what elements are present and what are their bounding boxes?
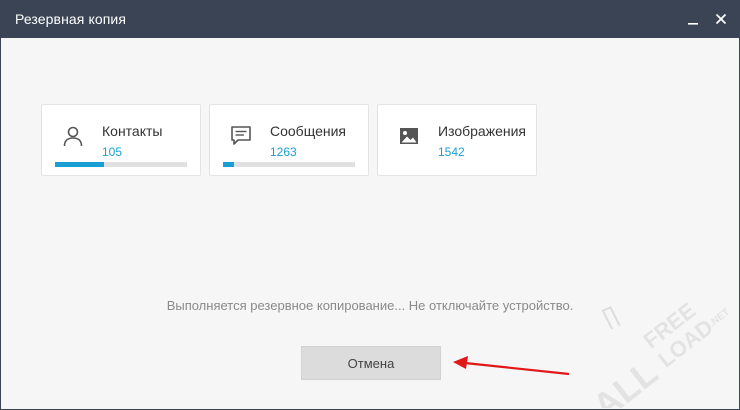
- backup-categories: Контакты 105 Сообщения 1263 Изображения …: [41, 104, 537, 176]
- watermark-net: .NET: [707, 307, 732, 330]
- window-controls: [685, 11, 729, 27]
- image-icon: [400, 128, 418, 144]
- watermark-logo: ALL FREE LOAD .NET: [585, 298, 732, 408]
- card-count: 105: [102, 145, 123, 159]
- card-count: 1263: [270, 145, 297, 159]
- minimize-icon[interactable]: [685, 11, 701, 27]
- cancel-button[interactable]: Отмена: [301, 346, 441, 380]
- progress-bar: [55, 162, 187, 167]
- message-icon: [231, 126, 251, 145]
- progress-bar: [223, 162, 355, 167]
- progress-fill: [223, 162, 234, 167]
- annotation-arrow: [453, 356, 570, 376]
- contact-icon: [63, 126, 83, 147]
- watermark-all: ALL: [585, 352, 665, 408]
- progress-fill: [55, 162, 104, 167]
- close-icon[interactable]: [713, 11, 729, 27]
- card-contacts: Контакты 105: [41, 104, 201, 176]
- card-label: Контакты: [102, 123, 163, 139]
- card-messages: Сообщения 1263: [209, 104, 369, 176]
- window-title: Резервная копия: [15, 11, 127, 27]
- title-bar: Резервная копия: [1, 0, 739, 38]
- card-label: Изображения: [438, 123, 526, 139]
- card-images: Изображения 1542: [377, 104, 537, 176]
- card-count: 1542: [438, 145, 465, 159]
- backup-dialog: Резервная копия Контакты 105 Сообщения 1…: [0, 0, 740, 410]
- card-label: Сообщения: [270, 123, 346, 139]
